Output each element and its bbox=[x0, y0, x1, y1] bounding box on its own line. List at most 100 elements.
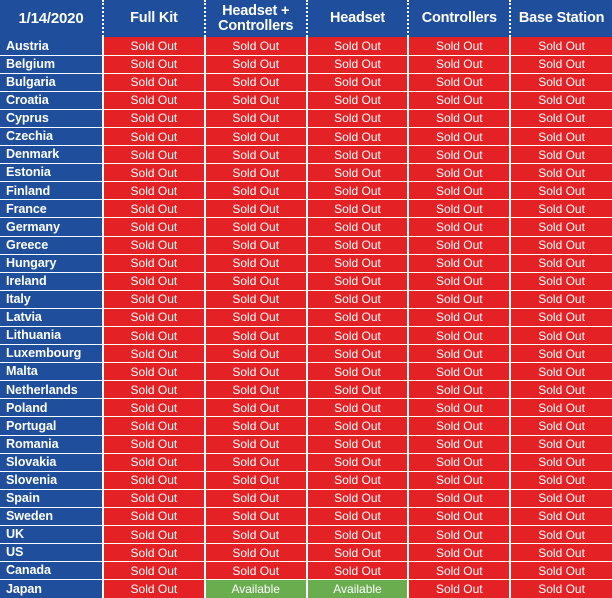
status-cell-sold-out: Sold Out bbox=[204, 489, 308, 508]
status-cell-sold-out: Sold Out bbox=[204, 543, 308, 563]
table-row: Croatia Sold Out Sold Out Sold Out Sold Out S… bbox=[0, 91, 612, 110]
status-cell-sold-out: Sold Out bbox=[510, 127, 612, 147]
table-row: Sweden Sold Out Sold Out Sold Out Sold Out So… bbox=[0, 507, 612, 527]
status-cell-sold-out: Sold Out bbox=[510, 398, 612, 418]
status-cell-sold-out: Sold Out bbox=[204, 55, 308, 74]
status-cell-sold-out: Sold Out bbox=[408, 398, 512, 418]
status-cell-sold-out: Sold Out bbox=[408, 73, 512, 92]
country-cell: Cyprus bbox=[0, 109, 104, 128]
status-cell-sold-out: Sold Out bbox=[306, 236, 410, 255]
status-cell-sold-out: Sold Out bbox=[306, 471, 410, 490]
status-cell-sold-out: Sold Out bbox=[408, 109, 512, 128]
status-cell-sold-out: Sold Out bbox=[306, 37, 410, 56]
table-row: Slovenia Sold Out Sold Out Sold Out Sold Out… bbox=[0, 471, 612, 490]
status-cell-sold-out: Sold Out bbox=[103, 362, 206, 382]
status-cell-sold-out: Sold Out bbox=[306, 344, 410, 364]
column-header-headset-plus-controllers: Headset + Controllers bbox=[204, 0, 308, 37]
status-cell-sold-out: Sold Out bbox=[103, 543, 206, 563]
country-cell: Poland bbox=[0, 398, 104, 418]
status-cell-sold-out: Sold Out bbox=[204, 73, 308, 92]
country-cell: Canada bbox=[0, 561, 104, 581]
status-cell-sold-out: Sold Out bbox=[103, 380, 206, 400]
status-cell-sold-out: Sold Out bbox=[204, 91, 308, 110]
country-cell: Czechia bbox=[0, 127, 104, 147]
status-cell-sold-out: Sold Out bbox=[510, 416, 612, 436]
status-cell-sold-out: Sold Out bbox=[408, 127, 512, 147]
status-cell-sold-out: Sold Out bbox=[103, 398, 206, 418]
country-cell: UK bbox=[0, 525, 104, 545]
status-cell-sold-out: Sold Out bbox=[103, 236, 206, 255]
status-cell-sold-out: Sold Out bbox=[510, 55, 612, 74]
status-cell-sold-out: Sold Out bbox=[510, 380, 612, 400]
status-cell-sold-out: Sold Out bbox=[103, 91, 206, 110]
country-cell: France bbox=[0, 199, 104, 219]
status-cell-sold-out: Sold Out bbox=[408, 471, 512, 490]
status-cell-sold-out: Sold Out bbox=[103, 416, 206, 436]
status-cell-sold-out: Sold Out bbox=[306, 416, 410, 436]
status-cell-sold-out: Sold Out bbox=[103, 435, 206, 454]
status-cell-sold-out: Sold Out bbox=[408, 91, 512, 110]
status-cell-available: Available bbox=[306, 579, 410, 598]
status-cell-sold-out: Sold Out bbox=[306, 217, 410, 237]
status-cell-sold-out: Sold Out bbox=[306, 543, 410, 563]
table-row: Lithuania Sold Out Sold Out Sold Out Sold Ou… bbox=[0, 326, 612, 346]
status-cell-sold-out: Sold Out bbox=[103, 489, 206, 508]
status-cell-sold-out: Sold Out bbox=[510, 543, 612, 563]
status-cell-sold-out: Sold Out bbox=[103, 217, 206, 237]
status-cell-sold-out: Sold Out bbox=[408, 489, 512, 508]
status-cell-sold-out: Sold Out bbox=[306, 272, 410, 291]
status-cell-sold-out: Sold Out bbox=[103, 145, 206, 165]
status-cell-sold-out: Sold Out bbox=[204, 380, 308, 400]
status-cell-sold-out: Sold Out bbox=[408, 217, 512, 237]
status-cell-sold-out: Sold Out bbox=[510, 471, 612, 490]
status-cell-sold-out: Sold Out bbox=[204, 308, 308, 328]
country-cell: Japan bbox=[0, 579, 104, 598]
table-row: Japan Sold Out Available Available Sold Out S… bbox=[0, 579, 612, 598]
status-cell-sold-out: Sold Out bbox=[103, 109, 206, 128]
country-cell: Italy bbox=[0, 290, 104, 309]
status-cell-sold-out: Sold Out bbox=[204, 109, 308, 128]
status-cell-sold-out: Sold Out bbox=[306, 489, 410, 508]
status-cell-sold-out: Sold Out bbox=[103, 561, 206, 581]
status-cell-sold-out: Sold Out bbox=[103, 579, 206, 598]
status-cell-sold-out: Sold Out bbox=[408, 254, 512, 273]
status-cell-sold-out: Sold Out bbox=[204, 199, 308, 219]
table-row: Hungary Sold Out Sold Out Sold Out Sold Out S… bbox=[0, 254, 612, 273]
status-cell-sold-out: Sold Out bbox=[204, 272, 308, 291]
table-row: Netherlands Sold Out Sold Out Sold Out Sold … bbox=[0, 380, 612, 400]
status-cell-sold-out: Sold Out bbox=[510, 489, 612, 508]
table-row: France Sold Out Sold Out Sold Out Sold Out So… bbox=[0, 199, 612, 219]
status-cell-sold-out: Sold Out bbox=[510, 344, 612, 364]
status-cell-sold-out: Sold Out bbox=[510, 109, 612, 128]
table-row: Greece Sold Out Sold Out Sold Out Sold Out So… bbox=[0, 236, 612, 255]
table-row: UK Sold Out Sold Out Sold Out Sold Out Sold O… bbox=[0, 525, 612, 545]
status-cell-sold-out: Sold Out bbox=[204, 236, 308, 255]
status-cell-sold-out: Sold Out bbox=[306, 181, 410, 201]
status-cell-sold-out: Sold Out bbox=[103, 199, 206, 219]
table-row: Ireland Sold Out Sold Out Sold Out Sold Out S… bbox=[0, 272, 612, 291]
status-cell-sold-out: Sold Out bbox=[204, 326, 308, 346]
status-cell-sold-out: Sold Out bbox=[408, 290, 512, 309]
status-cell-sold-out: Sold Out bbox=[204, 37, 308, 56]
status-cell-sold-out: Sold Out bbox=[408, 362, 512, 382]
status-cell-sold-out: Sold Out bbox=[408, 543, 512, 563]
table-row: Germany Sold Out Sold Out Sold Out Sold Out S… bbox=[0, 217, 612, 237]
column-header-headset: Headset bbox=[306, 0, 410, 37]
table-row: Spain Sold Out Sold Out Sold Out Sold Out Sol… bbox=[0, 489, 612, 508]
status-cell-sold-out: Sold Out bbox=[510, 507, 612, 527]
status-cell-sold-out: Sold Out bbox=[204, 254, 308, 273]
status-cell-sold-out: Sold Out bbox=[408, 579, 512, 598]
table-row: Latvia Sold Out Sold Out Sold Out Sold Out So… bbox=[0, 308, 612, 328]
status-cell-sold-out: Sold Out bbox=[306, 525, 410, 545]
date-header-cell: 1/14/2020 bbox=[0, 0, 104, 37]
status-cell-sold-out: Sold Out bbox=[204, 453, 308, 472]
country-cell: Estonia bbox=[0, 163, 104, 183]
status-cell-sold-out: Sold Out bbox=[103, 73, 206, 92]
status-cell-sold-out: Sold Out bbox=[204, 416, 308, 436]
status-cell-sold-out: Sold Out bbox=[103, 163, 206, 183]
status-cell-sold-out: Sold Out bbox=[510, 236, 612, 255]
table-row: Slovakia Sold Out Sold Out Sold Out Sold Out… bbox=[0, 453, 612, 472]
status-cell-sold-out: Sold Out bbox=[306, 362, 410, 382]
status-cell-sold-out: Sold Out bbox=[306, 163, 410, 183]
table-row: Cyprus Sold Out Sold Out Sold Out Sold Out So… bbox=[0, 109, 612, 128]
